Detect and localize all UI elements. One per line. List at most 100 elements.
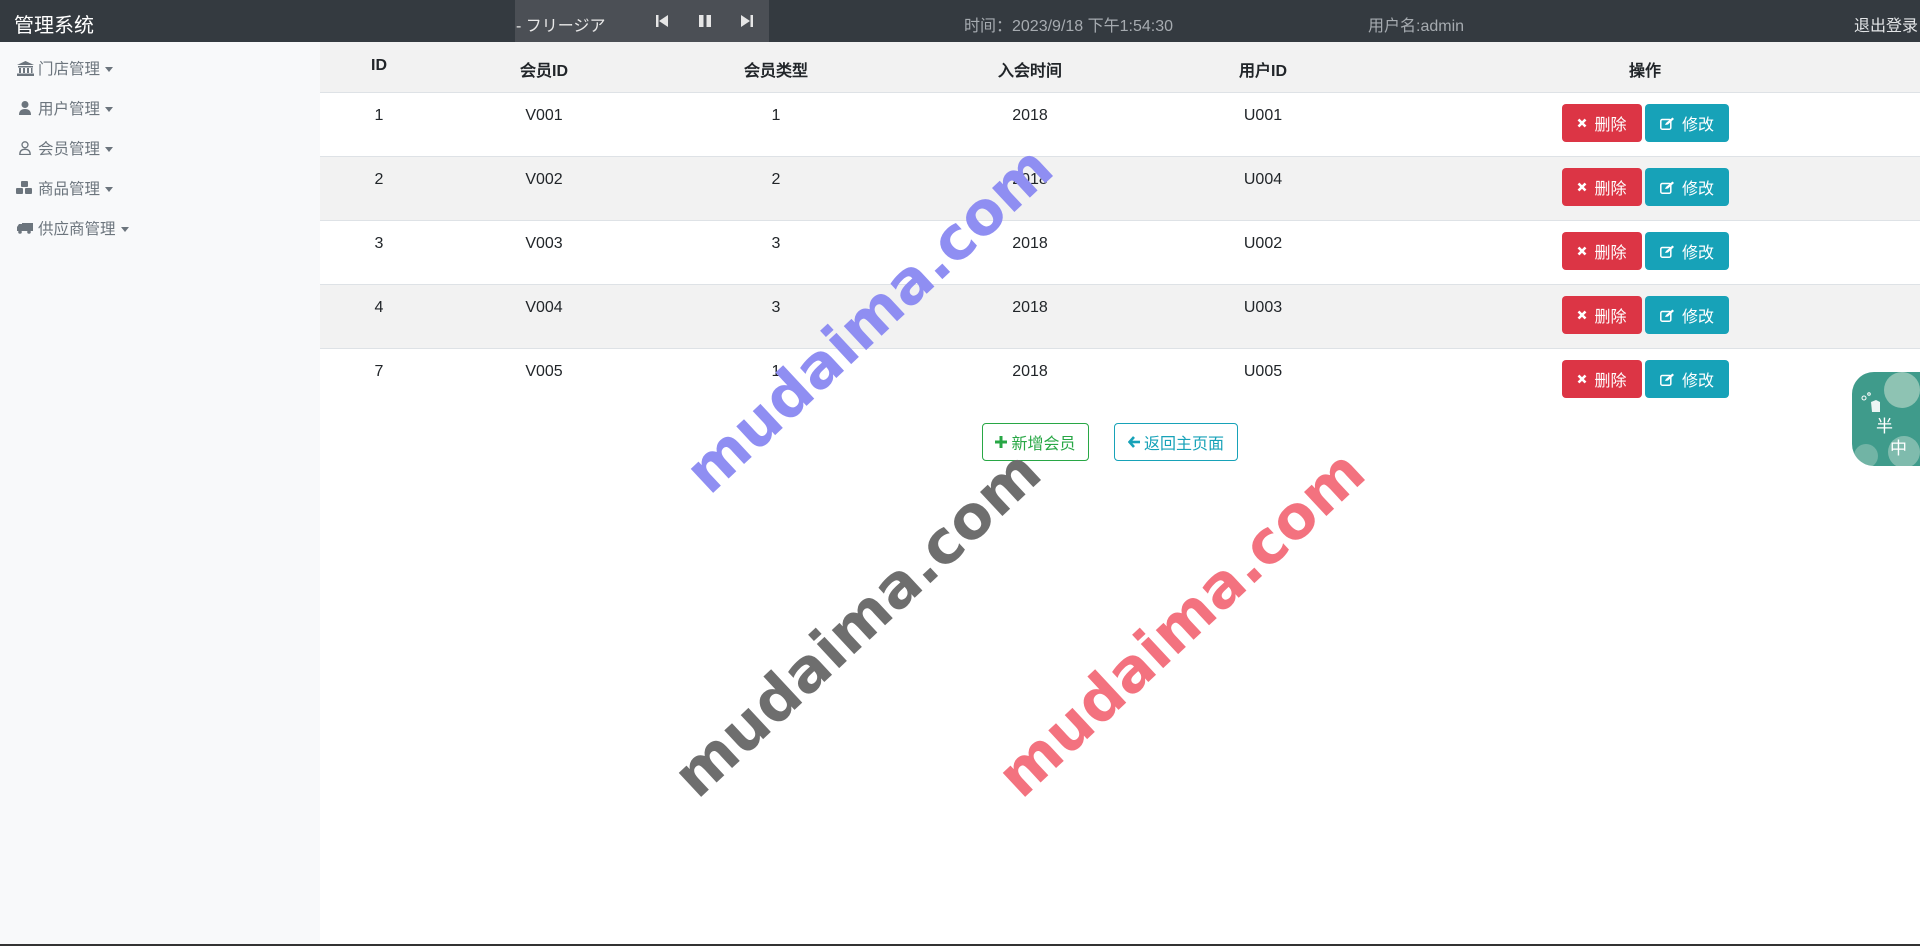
cell-id: 4	[374, 299, 384, 316]
table-row: 3 V003 3 2018 U002 删除 修改	[320, 221, 1920, 285]
cell-join-time: 2018	[1012, 363, 1048, 380]
cell-member-id: V001	[525, 107, 563, 124]
edit-button[interactable]: 修改	[1645, 360, 1729, 398]
edit-icon	[1660, 245, 1675, 258]
sidebar-item-products[interactable]: 商品管理	[16, 176, 114, 200]
sidebar-item-label: 供应商管理	[38, 221, 116, 238]
back-home-label: 返回主页面	[1143, 436, 1224, 453]
cell-id: 1	[374, 107, 384, 124]
music-player: - フリージア	[515, 0, 769, 42]
delete-button[interactable]: 删除	[1562, 104, 1642, 142]
edit-label: 修改	[1681, 373, 1714, 390]
edit-label: 修改	[1681, 309, 1714, 326]
close-icon	[1577, 374, 1587, 384]
sidebar-item-label: 门店管理	[38, 61, 101, 78]
next-track-icon[interactable]	[739, 13, 755, 29]
edit-icon	[1660, 181, 1675, 194]
floating-mascot-widget[interactable]: 半 中	[1852, 372, 1920, 466]
close-icon	[1577, 118, 1587, 128]
delete-label: 删除	[1594, 181, 1627, 198]
column-header-user-id: 用户ID	[1238, 63, 1288, 80]
column-header-member-id: 会员ID	[519, 63, 569, 80]
chevron-down-icon	[105, 146, 114, 152]
user-icon	[16, 100, 34, 116]
sidebar-item-users[interactable]: 用户管理	[16, 96, 114, 120]
edit-label: 修改	[1681, 181, 1714, 198]
delete-button[interactable]: 删除	[1562, 360, 1642, 398]
cell-id: 2	[374, 171, 384, 188]
edit-icon	[1660, 117, 1675, 130]
edit-button[interactable]: 修改	[1645, 168, 1729, 206]
sidebar-item-label: 会员管理	[38, 141, 101, 158]
table-row: 4 V004 3 2018 U003 删除 修改	[320, 285, 1920, 349]
cell-user-id: U001	[1243, 107, 1283, 124]
top-navbar: 管理系统 - フリージア 时间：2023/9/18 下午1:54:30 用户名:…	[0, 0, 1920, 42]
edit-button[interactable]: 修改	[1645, 104, 1729, 142]
pause-icon[interactable]	[697, 13, 713, 29]
edit-icon	[1660, 373, 1675, 386]
add-member-label: 新增会员	[1011, 436, 1076, 453]
previous-track-icon[interactable]	[654, 13, 670, 29]
cell-member-id: V004	[525, 299, 563, 316]
sidebar-item-members[interactable]: 会员管理	[16, 136, 114, 160]
edit-button[interactable]: 修改	[1645, 232, 1729, 270]
cell-id: 7	[374, 363, 384, 380]
chevron-down-icon	[120, 226, 129, 232]
logout-link[interactable]: 退出登录	[1854, 12, 1918, 36]
column-header-id: ID	[371, 57, 387, 74]
cell-join-time: 2018	[1012, 107, 1048, 124]
widget-text: 中	[1890, 439, 1907, 458]
sidebar-item-label: 商品管理	[38, 181, 101, 198]
close-icon	[1577, 182, 1587, 192]
plus-icon	[995, 436, 1008, 448]
username-label: 用户名:admin	[1368, 18, 1465, 35]
delete-label: 删除	[1594, 245, 1627, 262]
delete-button[interactable]: 删除	[1562, 232, 1642, 270]
sidebar-item-store[interactable]: 门店管理	[16, 56, 114, 80]
cell-join-time: 2018	[1012, 299, 1048, 316]
cell-user-id: U004	[1243, 171, 1283, 188]
sidebar-item-label: 用户管理	[38, 101, 101, 118]
cell-member-type: 1	[771, 107, 781, 124]
edit-label: 修改	[1681, 245, 1714, 262]
cell-user-id: U003	[1243, 299, 1283, 316]
cell-user-id: U005	[1243, 363, 1283, 380]
cell-join-time: 2018	[1012, 235, 1048, 252]
edit-icon	[1660, 309, 1675, 322]
sidebar: 门店管理 用户管理 会员管理 商品管理 供应商管理	[0, 42, 320, 946]
chevron-down-icon	[105, 66, 114, 72]
sidebar-item-suppliers[interactable]: 供应商管理	[16, 216, 129, 240]
delete-button[interactable]: 删除	[1562, 168, 1642, 206]
song-title: - フリージア	[516, 18, 606, 35]
cell-member-id: V003	[525, 235, 563, 252]
arrow-left-icon	[1127, 436, 1140, 448]
cell-join-time: 2018	[1012, 171, 1048, 188]
table-header: ID 会员ID 会员类型 入会时间 用户ID 操作	[320, 42, 1920, 93]
cell-id: 3	[374, 235, 384, 252]
bank-icon	[16, 60, 34, 76]
cell-member-type: 3	[771, 299, 781, 316]
cell-member-type: 2	[771, 171, 781, 188]
delete-label: 删除	[1594, 373, 1627, 390]
delete-button[interactable]: 删除	[1562, 296, 1642, 334]
chevron-down-icon	[105, 186, 114, 192]
close-icon	[1577, 246, 1587, 256]
cell-member-id: V002	[525, 171, 563, 188]
edit-button[interactable]: 修改	[1645, 296, 1729, 334]
cell-member-type: 1	[771, 363, 781, 380]
chevron-down-icon	[105, 106, 114, 112]
delete-label: 删除	[1594, 117, 1627, 134]
add-member-button[interactable]: 新增会员	[982, 423, 1089, 461]
brand-title[interactable]: 管理系统	[14, 9, 94, 38]
column-header-join-time: 入会时间	[997, 63, 1063, 80]
table-row: 2 V002 2 2018 U004 删除 修改	[320, 157, 1920, 221]
edit-label: 修改	[1681, 117, 1714, 134]
delete-label: 删除	[1594, 309, 1627, 326]
table-row: 1 V001 1 2018 U001 删除 修改	[320, 93, 1920, 157]
current-time: 时间：2023/9/18 下午1:54:30	[964, 18, 1174, 35]
close-icon	[1577, 310, 1587, 320]
user-outline-icon	[16, 140, 34, 156]
cell-member-id: V005	[525, 363, 563, 380]
back-home-button[interactable]: 返回主页面	[1114, 423, 1238, 461]
column-header-actions: 操作	[1628, 63, 1662, 80]
